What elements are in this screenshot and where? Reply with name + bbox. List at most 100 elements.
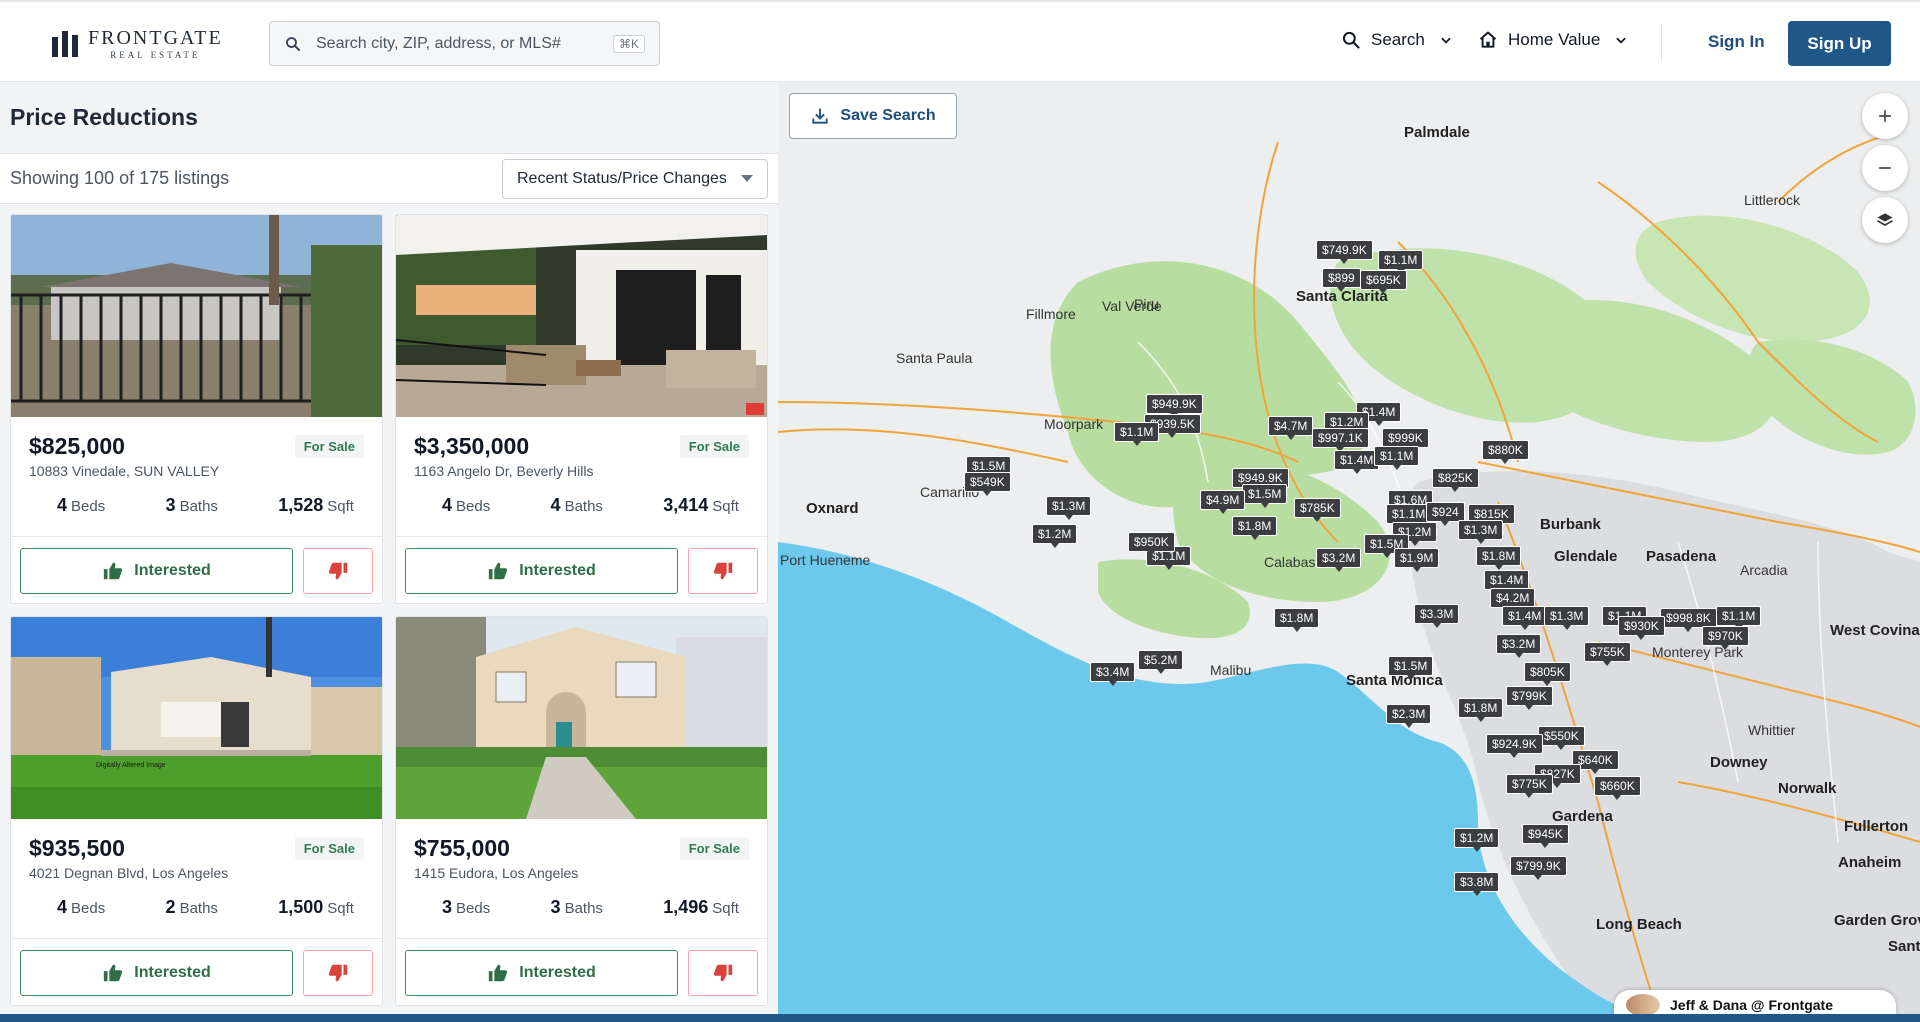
map-price-pin[interactable]: $755K [1584, 642, 1631, 666]
sign-up-button[interactable]: Sign Up [1788, 21, 1891, 66]
nav-home-value-menu[interactable]: Home Value [1478, 30, 1628, 50]
map-price-pin[interactable]: $899 [1322, 268, 1361, 292]
map-layers-button[interactable] [1862, 197, 1908, 243]
zoom-in-button[interactable] [1862, 93, 1908, 139]
map-price-pin[interactable]: $1.3M [1046, 496, 1092, 520]
interested-button[interactable]: Interested [20, 548, 293, 594]
map-price-pin[interactable]: $945K [1522, 824, 1569, 848]
map-price-pin[interactable]: $1.5M [1388, 656, 1434, 680]
not-interested-button[interactable] [688, 548, 758, 594]
map-price-pin[interactable]: $1.4M [1334, 450, 1380, 474]
map-price-pin[interactable]: $4.7M [1268, 416, 1314, 440]
map-price-pin[interactable]: $5.2M [1138, 650, 1184, 674]
map-price-pin[interactable]: $3.8M [1454, 872, 1500, 896]
map-price-pin[interactable]: $1.1M [1374, 446, 1420, 470]
map-price-pin[interactable]: $4.2M [1490, 588, 1536, 612]
map-price-pin[interactable]: $3.3M [1414, 604, 1460, 628]
search-input[interactable] [316, 34, 613, 53]
map-price-pin[interactable]: $1.3M [1458, 520, 1504, 544]
map-price-pin[interactable]: $1.8M [1232, 516, 1278, 540]
global-search-box[interactable]: ⌘K [269, 21, 660, 66]
map-price-pin[interactable]: $997.1K [1312, 428, 1369, 452]
listing-details: $825,000 For Sale 10883 Vinedale, SUN VA… [11, 417, 382, 537]
map-price-pin[interactable]: $799K [1506, 686, 1553, 710]
frontgate-logo[interactable]: FRONTGATE REAL ESTATE [52, 28, 223, 60]
map-price-pin[interactable]: $805K [1524, 662, 1571, 686]
listing-address: 1163 Angelo Dr, Beverly Hills [414, 463, 594, 479]
map-price-pin[interactable]: $1.1M [1716, 606, 1762, 630]
map-price-pin[interactable]: $775K [1506, 774, 1553, 798]
map-place-label: Moorpark [1044, 416, 1104, 432]
map-price-pin[interactable]: $950K [1128, 532, 1175, 556]
save-search-button[interactable]: Save Search [789, 93, 957, 139]
not-interested-button[interactable] [303, 950, 373, 996]
not-interested-button[interactable] [688, 950, 758, 996]
map-price-pin[interactable]: $999K [1382, 428, 1429, 452]
map-price-pin[interactable]: $1.4M [1484, 570, 1530, 594]
map-price-pin[interactable]: $749.9K [1316, 240, 1373, 264]
map-price-pin[interactable]: $825K [1432, 468, 1479, 492]
home-icon [1479, 31, 1497, 48]
not-interested-button[interactable] [303, 548, 373, 594]
map-price-pin[interactable]: $924.9K [1486, 734, 1543, 758]
layers-icon [1877, 213, 1893, 226]
listing-card[interactable]: Digitally Altered Image $935,500 For Sal… [10, 616, 383, 1006]
map-price-pin[interactable]: $785K [1294, 498, 1341, 522]
map-price-pin[interactable]: $1.2M [1032, 524, 1078, 548]
listing-photo[interactable] [396, 617, 767, 819]
map-price-pin[interactable]: $3.4M [1090, 662, 1136, 686]
search-icon [286, 36, 300, 51]
status-badge: For Sale [679, 435, 749, 458]
listings-map[interactable]: Palmdale Littlerock Val Verde Santa Clar… [778, 82, 1920, 1014]
map-price-pin[interactable]: $550K [1538, 726, 1585, 750]
map-price-pin[interactable]: $3.2M [1496, 634, 1542, 658]
map-price-pin[interactable]: $1.8M [1458, 698, 1504, 722]
listing-baths: 4 Baths [550, 495, 603, 515]
nav-search-menu[interactable]: Search [1341, 30, 1453, 50]
zoom-out-button[interactable] [1862, 145, 1908, 191]
photo-watermark: Digitally Altered Image [96, 762, 166, 769]
map-price-pin[interactable]: $549K [964, 472, 1011, 496]
map-price-pin[interactable]: $1.1M [1386, 504, 1432, 528]
listing-photo[interactable] [11, 215, 382, 417]
map-price-pin[interactable]: $880K [1482, 440, 1529, 464]
listing-photo[interactable]: Digitally Altered Image [11, 617, 382, 819]
sign-in-link[interactable]: Sign In [1708, 32, 1765, 52]
map-price-pin[interactable]: $1.3M [1544, 606, 1590, 630]
map-price-pin[interactable]: $949.9K [1146, 394, 1203, 418]
listing-details: $3,350,000 For Sale 1163 Angelo Dr, Beve… [396, 417, 767, 537]
agent-name: Jeff & Dana @ Frontgate [1670, 997, 1834, 1013]
listing-details: $935,500 For Sale 4021 Degnan Blvd, Los … [11, 819, 382, 939]
map-price-pin[interactable]: $695K [1360, 270, 1407, 294]
sort-select[interactable]: Recent Status/Price Changes [502, 158, 768, 199]
interested-button[interactable]: Interested [405, 950, 678, 996]
map-price-pin[interactable]: $660K [1594, 776, 1641, 800]
map-price-pin[interactable]: $1.8M [1476, 546, 1522, 570]
listing-card[interactable]: $825,000 For Sale 10883 Vinedale, SUN VA… [10, 214, 383, 604]
map-place-label: Pasadena [1646, 548, 1717, 565]
map-price-pin[interactable]: $1.4M [1502, 606, 1548, 630]
map-price-pin[interactable]: $2.3M [1386, 704, 1432, 728]
logo-bars-icon [52, 31, 78, 57]
listing-photo[interactable] [396, 215, 767, 417]
map-price-pin[interactable]: $1.5M [1242, 484, 1288, 508]
interested-button[interactable]: Interested [405, 548, 678, 594]
listing-toolbar: Showing 100 of 175 listings Recent Statu… [0, 154, 778, 204]
map-price-pin[interactable]: $3.2M [1316, 548, 1362, 572]
map-price-pin[interactable]: $1.8M [1274, 608, 1320, 632]
listing-card[interactable]: $3,350,000 For Sale 1163 Angelo Dr, Beve… [395, 214, 768, 604]
map-price-pin[interactable]: $799.9K [1510, 856, 1567, 880]
map-price-pin[interactable]: $930K [1618, 616, 1665, 640]
listing-card[interactable]: $755,000 For Sale 1415 Eudora, Los Angel… [395, 616, 768, 1006]
map-price-pin[interactable]: $998.8K [1660, 608, 1717, 632]
interested-button[interactable]: Interested [20, 950, 293, 996]
map-price-pin[interactable]: $1.9M [1394, 548, 1440, 572]
map-price-pin[interactable]: $970K [1702, 626, 1749, 650]
map-price-pin[interactable]: $1.1M [1114, 422, 1160, 446]
thumbs-down-icon [328, 562, 348, 580]
map-price-pin[interactable]: $4.9M [1200, 490, 1246, 514]
agent-chat-tab[interactable]: Jeff & Dana @ Frontgate [1614, 990, 1896, 1014]
map-price-pin[interactable]: $1.2M [1454, 828, 1500, 852]
map-price-pin[interactable]: $924 [1426, 502, 1465, 526]
map-price-pin[interactable]: $1.1M [1378, 250, 1424, 274]
